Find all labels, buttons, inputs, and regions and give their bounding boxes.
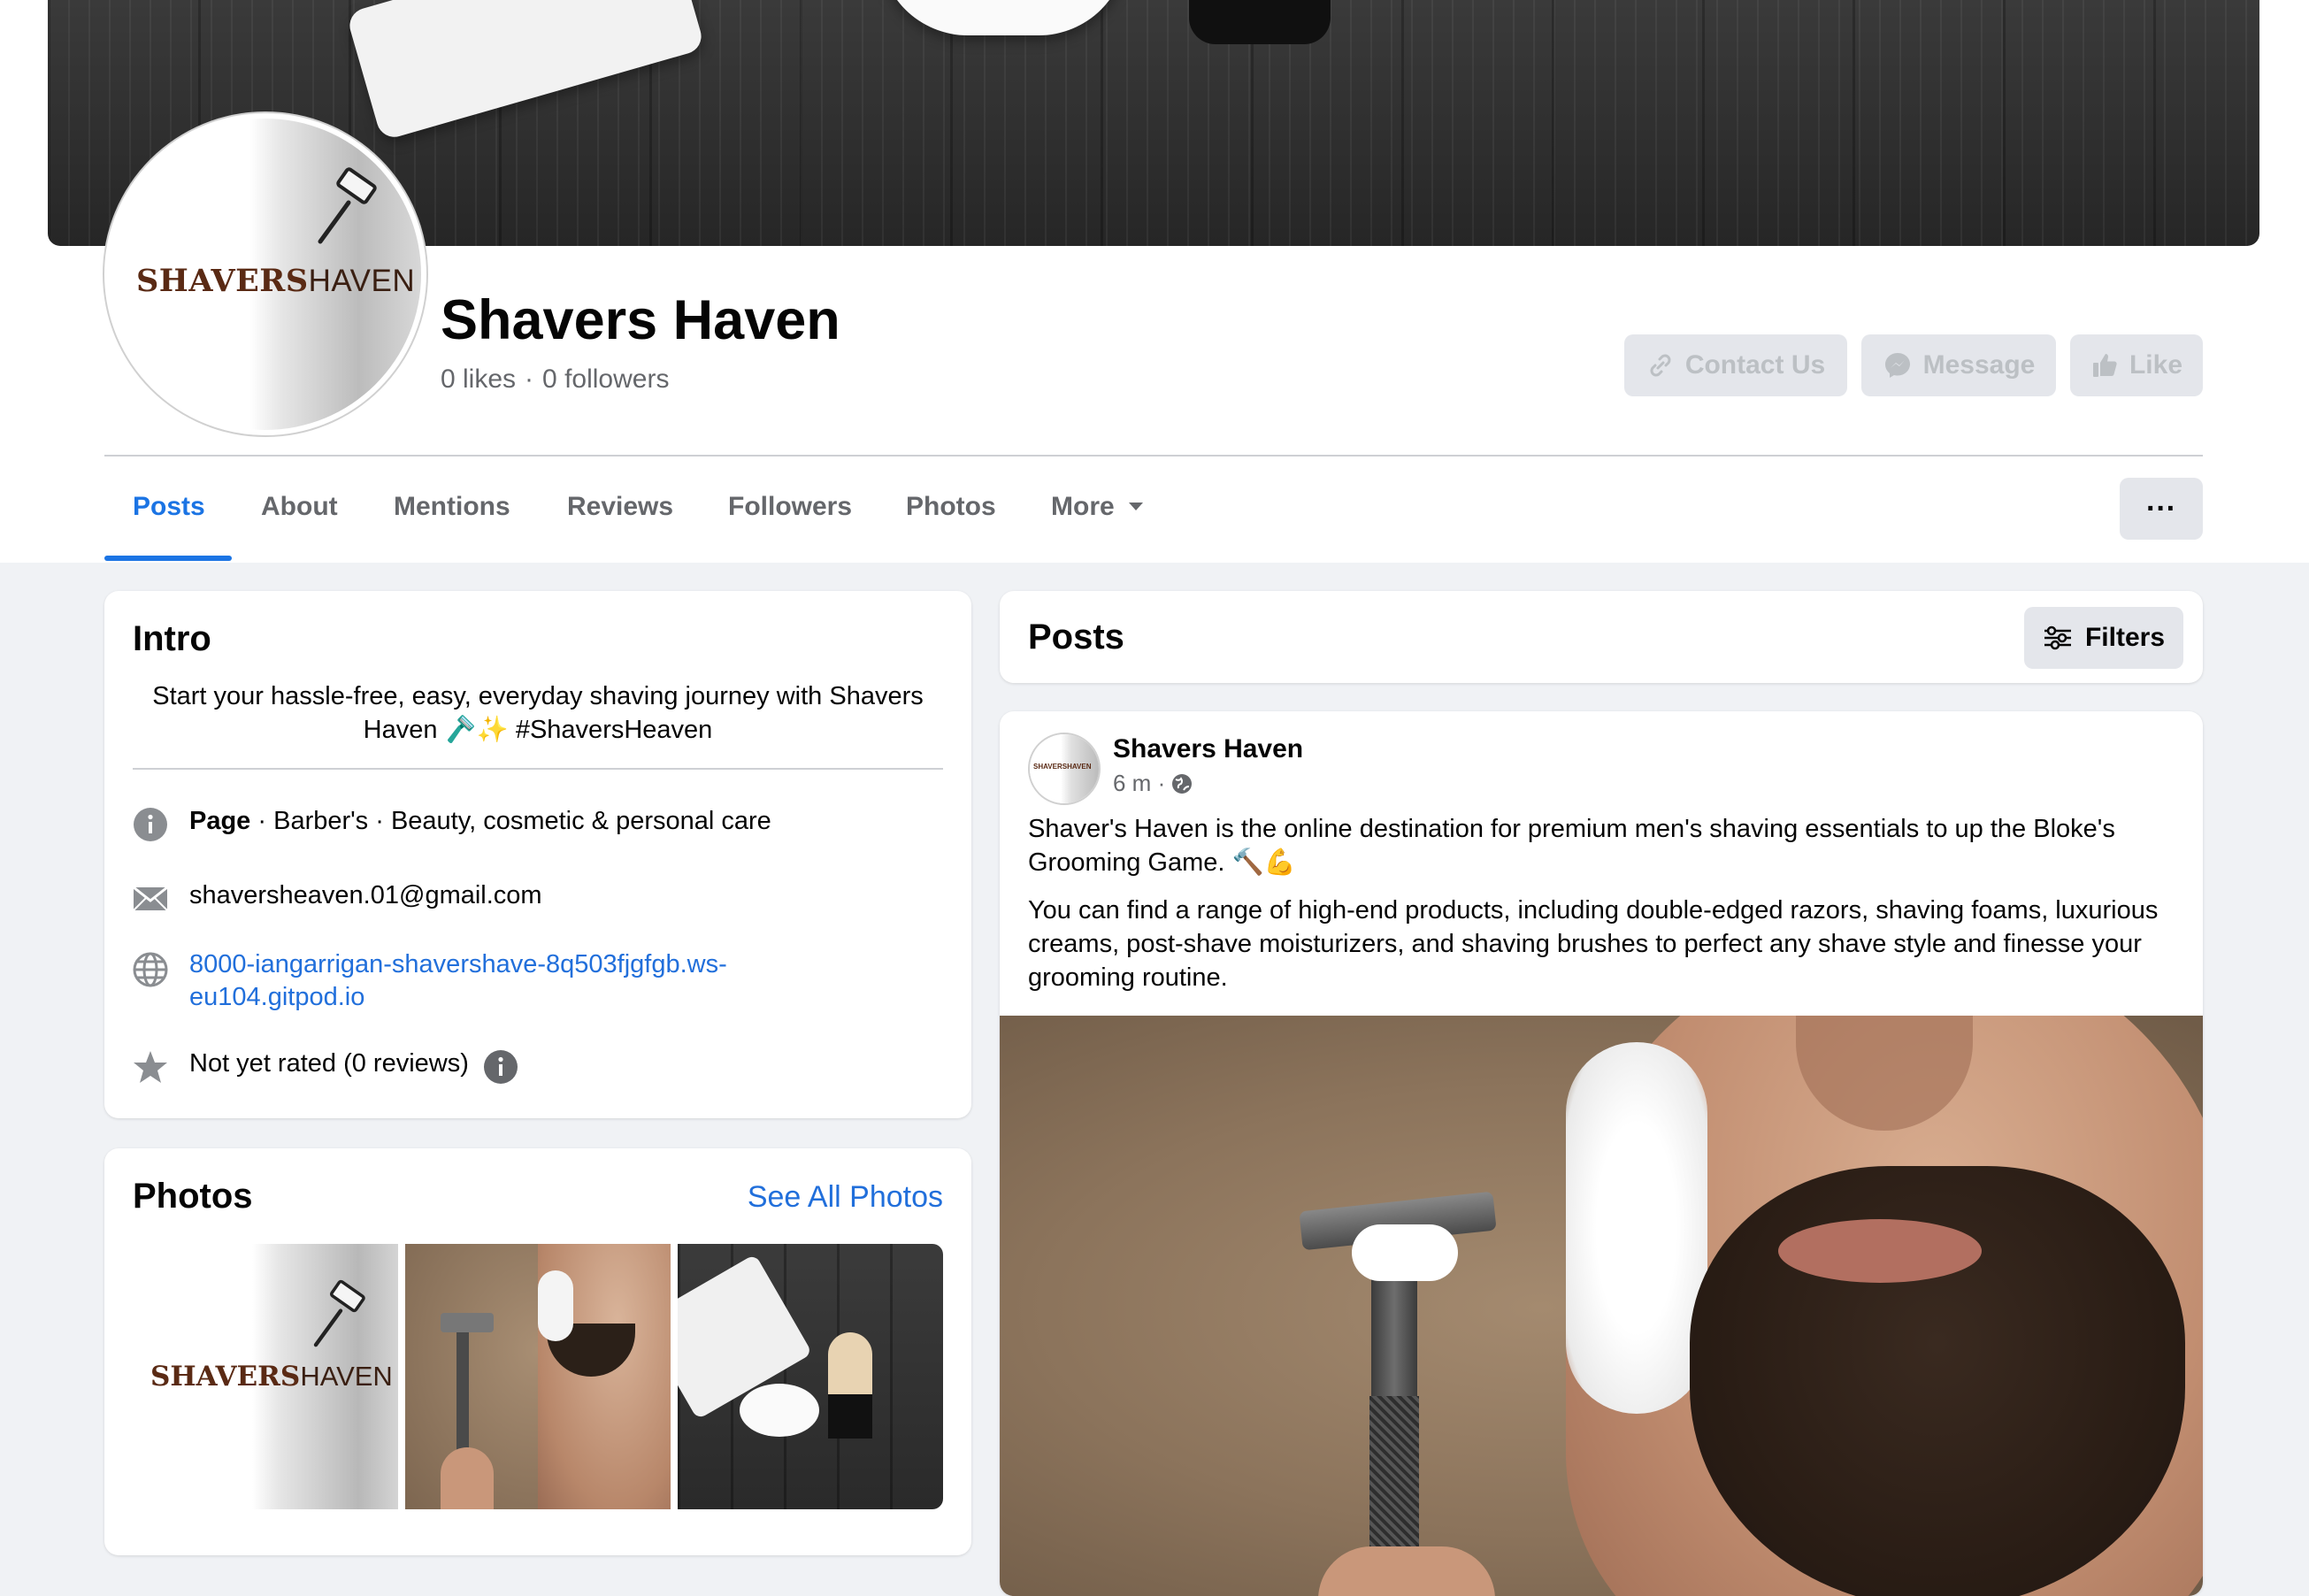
active-tab-indicator xyxy=(104,556,232,561)
posts-title: Posts xyxy=(1028,618,1124,656)
category-label: Page xyxy=(189,807,251,835)
tab-photos[interactable]: Photos xyxy=(906,492,996,522)
like-label: Like xyxy=(2129,350,2183,380)
photo-thumb-products[interactable] xyxy=(678,1244,943,1509)
tab-reviews[interactable]: Reviews xyxy=(567,492,673,522)
category-text: · Barber's · Beauty, cosmetic & personal… xyxy=(250,807,771,835)
logo-wordmark: SHAVERSHAVEN xyxy=(136,263,416,299)
tab-followers[interactable]: Followers xyxy=(728,492,852,522)
caret-down-icon xyxy=(1128,503,1143,510)
star-icon xyxy=(133,1049,168,1085)
photo-thumb-logo[interactable]: SHAVERSHAVEN xyxy=(133,1244,398,1509)
filters-button[interactable]: Filters xyxy=(2024,607,2183,669)
intro-bio: Start your hassle-free, easy, everyday s… xyxy=(152,682,924,744)
globe-public-icon xyxy=(1172,773,1193,794)
razor-logo-icon xyxy=(318,167,377,244)
rating-text: Not yet rated (0 reviews) xyxy=(189,1049,469,1078)
contact-us-button[interactable]: Contact Us xyxy=(1624,334,1847,396)
posts-header-card: Posts Filters xyxy=(1000,591,2203,683)
page-title: Shavers Haven xyxy=(441,289,840,351)
tab-mentions[interactable]: Mentions xyxy=(394,492,510,522)
page-stats: 0 likes · 0 followers xyxy=(441,364,670,394)
header-divider xyxy=(104,455,2203,457)
post-paragraph-1: Shaver's Haven is the online destination… xyxy=(1028,815,2115,877)
category-row: Page · Barber's · Beauty, cosmetic & per… xyxy=(133,807,771,842)
tab-more[interactable]: More xyxy=(1051,492,1145,522)
filters-label: Filters xyxy=(2084,623,2166,652)
like-button[interactable]: Like xyxy=(2070,334,2203,396)
post-card: SHAVERSHAVEN Shavers Haven 6 m · Shaver'… xyxy=(1000,711,2203,1596)
globe-icon xyxy=(133,952,168,987)
thumbs-up-icon xyxy=(2092,354,2117,377)
intro-card: Intro Start your hassle-free, easy, ever… xyxy=(104,591,971,1118)
post-author-name[interactable]: Shavers Haven xyxy=(1113,734,1303,764)
logo-wordmark: SHAVERSHAVEN xyxy=(1033,763,1092,771)
see-all-photos-link[interactable]: See All Photos xyxy=(748,1180,943,1215)
email-text[interactable]: shaversheaven.01@gmail.com xyxy=(189,881,542,910)
likes-count[interactable]: 0 likes xyxy=(441,364,516,394)
email-row: shaversheaven.01@gmail.com xyxy=(133,881,542,917)
intro-title: Intro xyxy=(133,619,211,658)
info-icon xyxy=(133,807,168,842)
razor-logo-icon xyxy=(313,1279,365,1347)
photos-card: Photos See All Photos SHAVERSHAVEN xyxy=(104,1148,971,1555)
photo-thumb-shaving[interactable] xyxy=(405,1244,671,1509)
messenger-icon xyxy=(1884,353,1910,378)
link-icon xyxy=(1650,354,1671,377)
message-button[interactable]: Message xyxy=(1861,334,2056,396)
followers-count[interactable]: 0 followers xyxy=(542,364,669,394)
page-options-button[interactable]: ··· xyxy=(2120,478,2203,540)
post-author-avatar[interactable]: SHAVERSHAVEN xyxy=(1028,733,1101,805)
rating-info-icon[interactable] xyxy=(483,1049,518,1085)
bottle-image xyxy=(1189,0,1331,44)
logo-wordmark: SHAVERSHAVEN xyxy=(150,1361,393,1393)
tab-posts[interactable]: Posts xyxy=(133,492,205,522)
post-paragraph-2: You can find a range of high-end product… xyxy=(1028,896,2159,992)
website-row: 8000-iangarrigan-shavershave-8q503fjgfgb… xyxy=(133,948,727,1014)
profile-picture[interactable]: SHAVERSHAVEN xyxy=(104,113,426,435)
tab-more-label: More xyxy=(1051,492,1115,521)
post-timestamp[interactable]: 6 m · xyxy=(1113,770,1193,797)
website-link[interactable]: 8000-iangarrigan-shavershave-8q503fjgfgb… xyxy=(189,948,727,1014)
contact-us-label: Contact Us xyxy=(1684,350,1826,380)
cream-bowl-image xyxy=(879,0,1127,35)
rating-row: Not yet rated (0 reviews) xyxy=(133,1049,518,1085)
intro-divider xyxy=(133,768,943,770)
post-image[interactable] xyxy=(1000,1016,2203,1596)
sliders-icon xyxy=(2044,625,2071,650)
photos-title: Photos xyxy=(133,1177,253,1216)
tab-about[interactable]: About xyxy=(261,492,338,522)
message-label: Message xyxy=(1922,350,2036,380)
envelope-icon xyxy=(133,881,168,917)
